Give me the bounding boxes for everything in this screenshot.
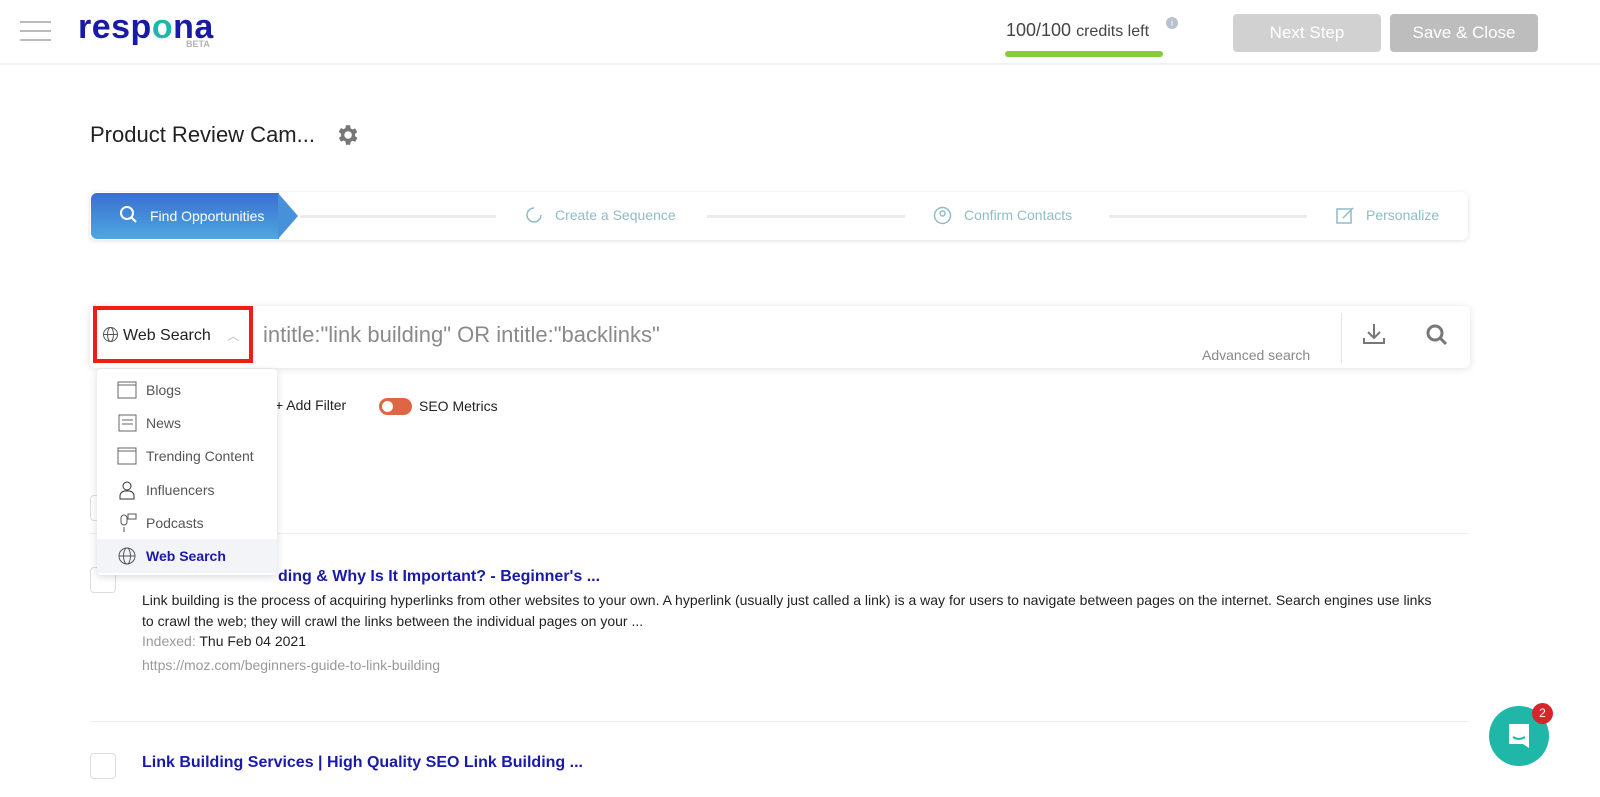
blog-icon (117, 381, 137, 399)
result-title-link[interactable]: ding & Why Is It Important? - Beginner's… (278, 568, 600, 586)
download-icon[interactable] (1362, 322, 1386, 346)
result-url[interactable]: https://moz.com/beginners-guide-to-link-… (142, 657, 440, 673)
step-create-sequence[interactable]: Create a Sequence (555, 206, 676, 224)
next-step-button[interactable]: Next Step (1233, 14, 1381, 52)
edit-icon (1336, 207, 1354, 224)
credits-bar (1005, 51, 1163, 57)
divider (1341, 313, 1342, 363)
news-icon (118, 414, 137, 432)
menu-item-web-search[interactable]: Web Search (97, 539, 277, 573)
seo-metrics-label: SEO Metrics (419, 398, 498, 414)
result-checkbox[interactable] (90, 753, 116, 779)
seo-metrics-toggle[interactable] (379, 398, 412, 415)
search-icon[interactable] (1425, 323, 1449, 347)
menu-item-podcasts[interactable]: Podcasts (97, 506, 277, 539)
step-personalize[interactable]: Personalize (1366, 206, 1439, 224)
divider (90, 721, 1468, 722)
beta-badge: BETA (186, 39, 210, 49)
gear-icon[interactable] (334, 122, 360, 148)
blog-icon (117, 447, 137, 465)
divider (90, 533, 1468, 534)
step-arrow (278, 193, 298, 239)
source-type-dropdown[interactable]: Web Search ︿ (102, 326, 239, 345)
info-icon[interactable]: i (1166, 17, 1178, 29)
search-input[interactable]: intitle:"link building" OR intitle:"back… (263, 322, 660, 348)
result-indexed: Indexed: Thu Feb 04 2021 (142, 633, 306, 649)
advanced-search-link[interactable]: Advanced search (1202, 347, 1310, 363)
campaign-title: Product Review Cam... (90, 122, 315, 147)
credits-text: 100/100 credits left (1006, 20, 1150, 40)
save-close-button[interactable]: Save & Close (1390, 14, 1538, 52)
globe-icon (103, 327, 118, 342)
search-icon (120, 206, 137, 223)
step-connector (1109, 215, 1307, 218)
notification-badge: 2 (1532, 703, 1553, 724)
menu-item-influencers[interactable]: Influencers (97, 473, 277, 506)
person-icon (119, 481, 135, 500)
step-confirm-contacts[interactable]: Confirm Contacts (964, 206, 1072, 224)
globe-icon (118, 547, 136, 565)
menu-item-blogs[interactable]: Blogs (97, 373, 277, 406)
result-title-link[interactable]: Link Building Services | High Quality SE… (142, 754, 583, 772)
chevron-up-icon: ︿ (227, 329, 240, 343)
step-connector (300, 215, 496, 218)
menu-icon[interactable] (20, 21, 51, 41)
user-circle-icon (933, 206, 952, 225)
source-type-menu: Blogs News Trending Content Influencers … (97, 369, 277, 575)
menu-item-news[interactable]: News (97, 406, 277, 439)
result-snippet: Link building is the process of acquirin… (142, 592, 1432, 629)
refresh-icon (526, 207, 542, 223)
menu-item-trending-content[interactable]: Trending Content (97, 440, 277, 473)
step-connector (707, 215, 905, 218)
microphone-icon (120, 513, 137, 532)
add-filter-button[interactable]: + Add Filter (275, 397, 346, 413)
